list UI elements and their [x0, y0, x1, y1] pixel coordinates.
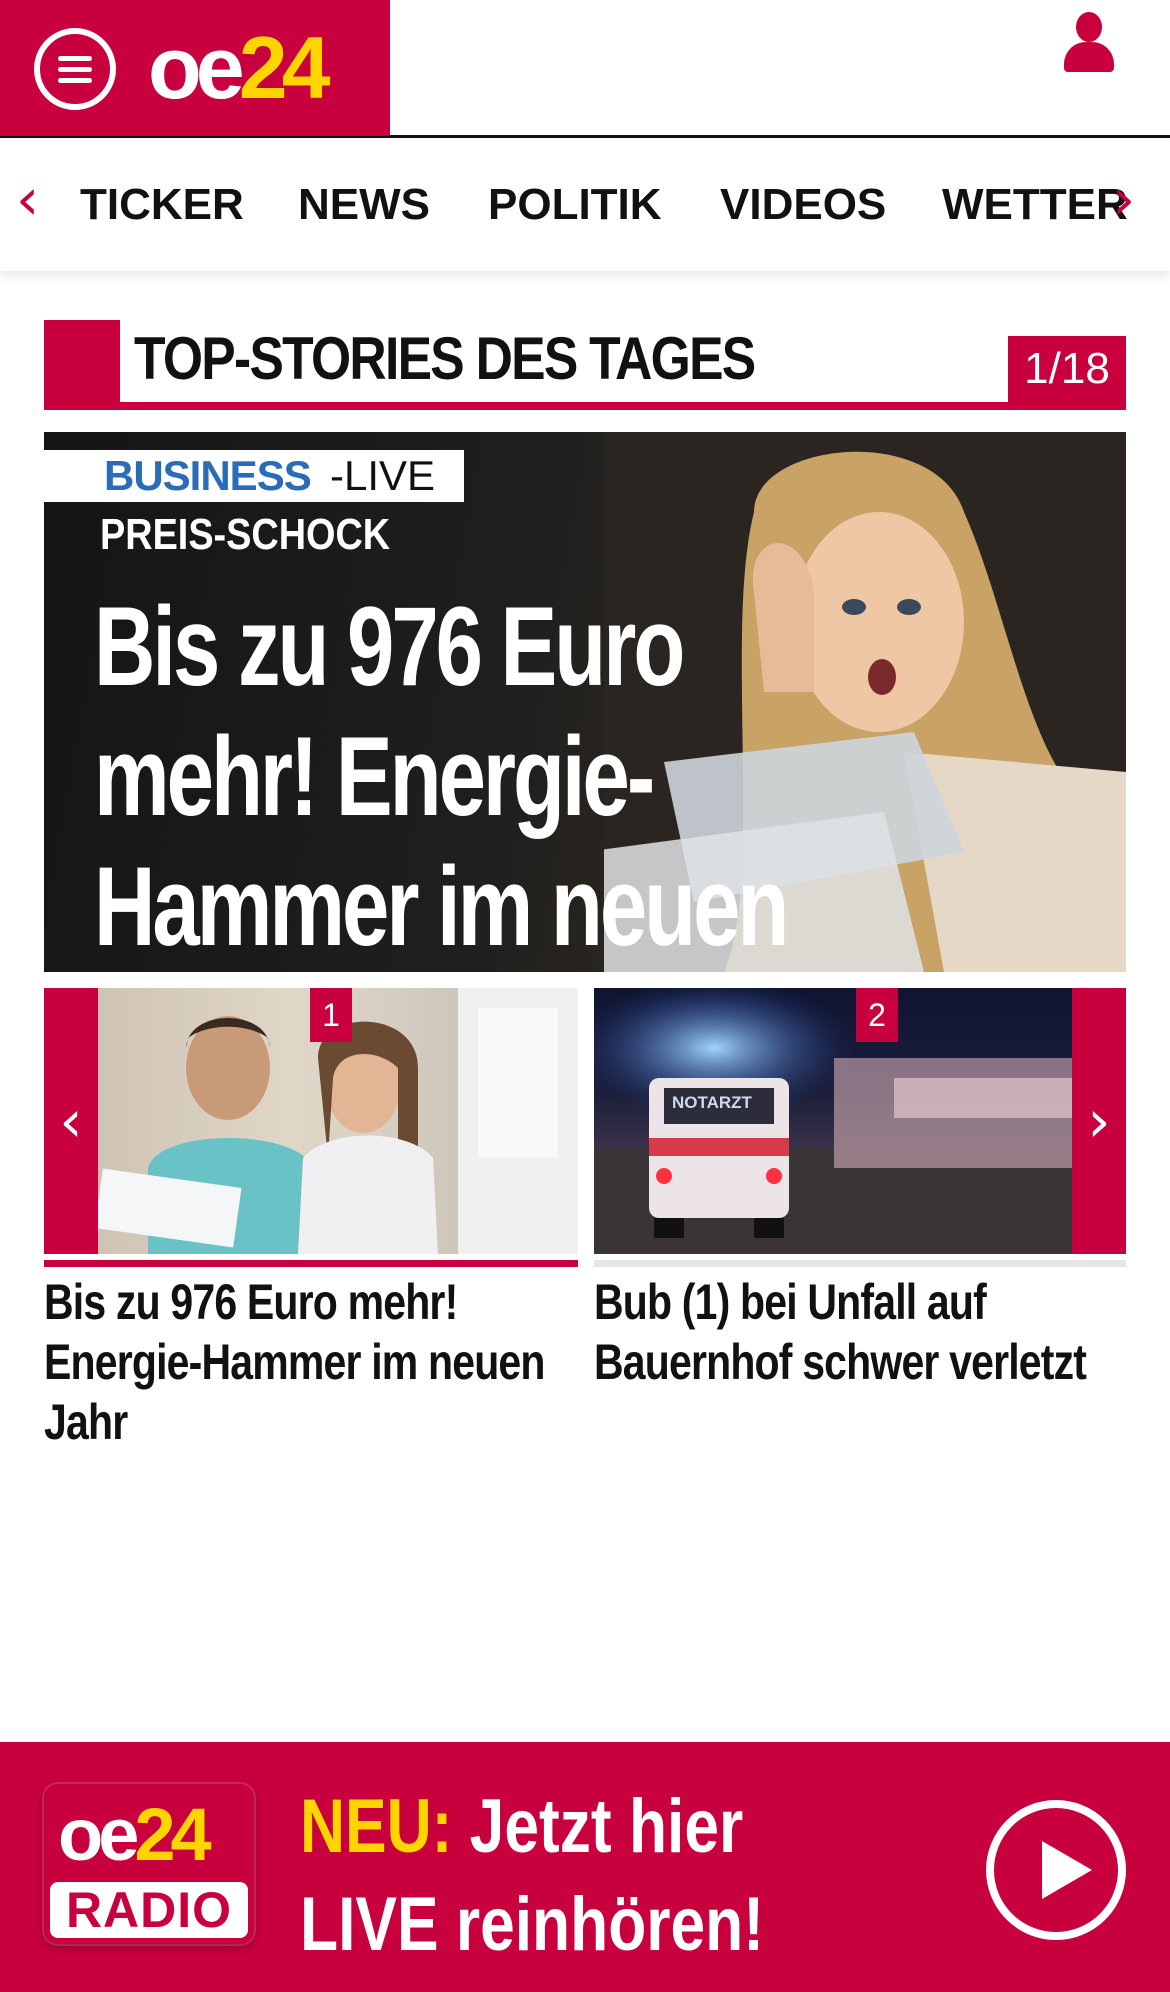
nav-item-wetter[interactable]: WETTER: [942, 179, 1128, 231]
card-1-title[interactable]: Bis zu 976 Euro mehr! Energie-Hammer im …: [44, 1272, 569, 1452]
nav-item-ticker[interactable]: TICKER: [80, 179, 244, 231]
section-accent-block: [44, 320, 120, 408]
hero-kicker: PREIS-SCHOCK: [100, 510, 391, 559]
play-icon[interactable]: [986, 1800, 1126, 1940]
card-1-badge: 1: [310, 988, 352, 1042]
radio-promo-bar[interactable]: oe24 RADIO NEU: Jetzt hier LIVE reinhöre…: [0, 1742, 1170, 1992]
logo-24-text: 24: [238, 18, 331, 117]
section-divider: [44, 402, 1126, 410]
ambulance-label: NOTARZT: [672, 1093, 753, 1112]
brand-box: oe24: [0, 0, 390, 136]
card-image-ambulance[interactable]: NOTARZT 2: [594, 988, 1072, 1254]
story-counter: 1/18: [1008, 336, 1126, 402]
category-nav: ‹ TICKER NEWS POLITIK VIDEOS WETTER ›: [0, 139, 1170, 271]
card-2-badge: 2: [856, 988, 898, 1042]
section-header: TOP-STORIES DES TAGES 1/18: [44, 320, 1126, 410]
radio-line2: LIVE reinhören!: [300, 1882, 764, 1967]
nav-next-chevron-icon[interactable]: ›: [1112, 169, 1135, 229]
card-1-active-indicator: [44, 1260, 578, 1267]
hero-headline[interactable]: Bis zu 976 Euro mehr! Energie-Hammer im …: [94, 582, 854, 972]
hero-tag-live: -LIVE: [330, 452, 436, 499]
radio-logo-label: RADIO: [50, 1882, 248, 1938]
carousel-prev-chevron-icon[interactable]: ‹: [44, 988, 98, 1254]
nav-item-videos[interactable]: VIDEOS: [720, 179, 886, 231]
hero-tag-business: BUSINESS: [104, 452, 312, 499]
radio-line1: Jetzt hier: [469, 1784, 744, 1869]
ambulance-photo: NOTARZT: [594, 988, 1072, 1254]
nav-prev-chevron-icon[interactable]: ‹: [16, 169, 39, 229]
radio-logo-text: oe24: [58, 1793, 212, 1876]
hero-category-tag: BUSINESS -LIVE: [44, 450, 464, 502]
hero-story[interactable]: BUSINESS -LIVE PREIS-SCHOCK Bis zu 976 E…: [44, 432, 1126, 972]
radio-neu-label: NEU:: [300, 1784, 453, 1869]
carousel-next-chevron-icon[interactable]: ›: [1072, 988, 1126, 1254]
card-2-title[interactable]: Bub (1) bei Unfall auf Bauernhof schwer …: [594, 1272, 1119, 1392]
radio-promo-text: NEU: Jetzt hier LIVE reinhören!: [300, 1778, 890, 1974]
story-carousel: ‹ 1 NOTARZT 2 ›: [44, 988, 1126, 1267]
hamburger-menu-icon[interactable]: [34, 28, 116, 110]
radio-logo: oe24 RADIO: [44, 1784, 254, 1944]
user-icon[interactable]: [1062, 12, 1116, 72]
site-logo[interactable]: oe24: [148, 18, 331, 118]
nav-item-news[interactable]: NEWS: [298, 179, 430, 231]
logo-oe-text: oe: [148, 18, 245, 117]
section-title: TOP-STORIES DES TAGES: [134, 325, 756, 392]
card-2-indicator: [594, 1260, 1126, 1267]
nav-item-politik[interactable]: POLITIK: [488, 179, 662, 231]
site-header: oe24: [0, 0, 1170, 138]
card-image-couple[interactable]: 1: [98, 988, 578, 1254]
